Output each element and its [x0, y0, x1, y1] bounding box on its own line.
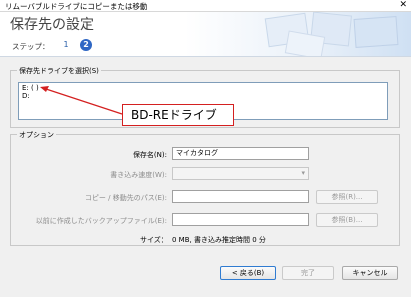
step-indicator: 1 2: [60, 39, 92, 51]
copy-path-label: コピー / 移動先のパス(E):: [84, 194, 167, 202]
page-title: 保存先の設定: [10, 17, 94, 33]
save-name-field[interactable]: マイカタログ: [172, 147, 309, 160]
backup-file-field[interactable]: [172, 213, 309, 226]
header-decoration-image: [264, 12, 399, 56]
wizard-header: 保存先の設定 ステップ： 1 2: [0, 12, 411, 57]
callout-annotation: BD-REドライブ: [122, 104, 234, 126]
save-name-label: 保存名(N):: [132, 151, 167, 159]
write-speed-select[interactable]: ▾: [172, 167, 309, 180]
drive-item-d[interactable]: D:: [22, 92, 30, 100]
step-2-active: 2: [80, 39, 92, 51]
size-value: 0 MB, 書き込み推定時間 0 分: [172, 236, 266, 244]
copy-path-browse-button[interactable]: 参照(R)...: [316, 190, 378, 204]
copy-path-field[interactable]: [172, 190, 309, 203]
step-1: 1: [63, 40, 69, 49]
options-label: オプション: [17, 130, 56, 140]
backup-file-browse-button[interactable]: 参照(B)...: [316, 213, 378, 227]
write-speed-label: 書き込み速度(W):: [110, 171, 167, 179]
window-titlebar: リムーバブルドライブにコピーまたは移動 ✕: [0, 0, 411, 12]
drive-select-label: 保存先ドライブを選択(S): [17, 66, 101, 76]
back-button[interactable]: < 戻る(B): [220, 266, 276, 280]
close-icon[interactable]: ✕: [399, 0, 407, 10]
backup-file-label: 以前に作成したバックアップファイル(E):: [35, 217, 167, 225]
chevron-down-icon: ▾: [301, 169, 305, 177]
step-label: ステップ：: [12, 42, 50, 51]
finish-button[interactable]: 完了: [282, 266, 334, 280]
drive-item-e[interactable]: E: ( ): [22, 84, 39, 92]
size-label: サイズ：: [140, 236, 168, 244]
cancel-button[interactable]: キャンセル: [342, 266, 398, 280]
window-title: リムーバブルドライブにコピーまたは移動: [5, 2, 148, 11]
